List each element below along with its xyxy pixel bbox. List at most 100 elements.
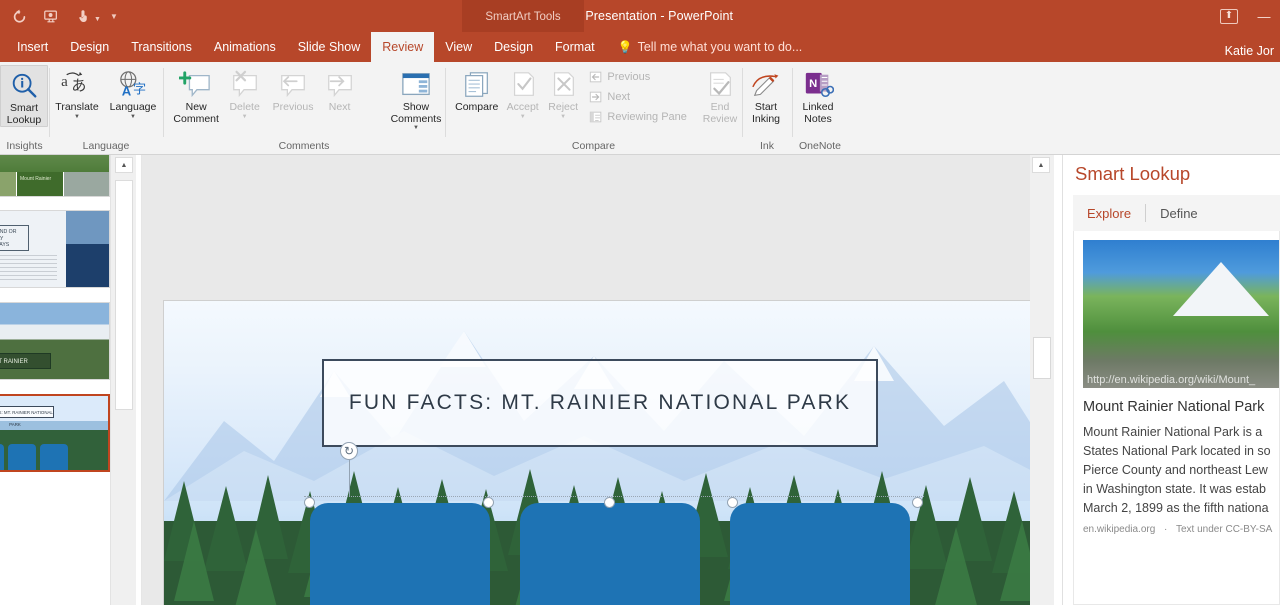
smart-lookup-tabs: Explore Define xyxy=(1073,195,1280,231)
minimize-button[interactable]: — xyxy=(1256,9,1272,24)
ribbon: Smart Lookup Insights aあ Translate ▼ A字 xyxy=(0,62,1280,155)
tab-define[interactable]: Define xyxy=(1146,206,1212,221)
current-slide[interactable]: FUN FACTS: MT. RAINIER NATIONAL PARK ↻ M… xyxy=(163,300,1041,605)
language-chevron-down-icon[interactable]: ▼ xyxy=(130,114,136,121)
new-comment-button[interactable]: New Comment xyxy=(171,65,221,125)
account-user-name[interactable]: Katie Jor xyxy=(1225,44,1274,58)
reject-icon xyxy=(546,68,580,102)
previous-change-button[interactable]: Previous xyxy=(583,67,692,87)
customize-quick-access-toolbar-icon[interactable]: ▼ xyxy=(103,3,125,29)
resize-handle-top-center-1[interactable] xyxy=(483,497,494,508)
slide-thumbnail-4[interactable]: FUN FACTS: MT. RAINIER NATIONAL PARK xyxy=(0,394,110,472)
resize-handle-top-right[interactable] xyxy=(912,497,923,508)
tab-explore[interactable]: Explore xyxy=(1073,206,1145,221)
ribbon-group-ink: Start Inking Ink xyxy=(742,62,792,154)
result-source[interactable]: en.wikipedia.org xyxy=(1083,524,1155,535)
start-presentation-icon[interactable] xyxy=(36,3,66,29)
translate-chevron-down-icon[interactable]: ▼ xyxy=(74,114,80,121)
result-image-url-overlay: http://en.wikipedia.org/wiki/Mount_ xyxy=(1087,374,1256,386)
show-comments-label: Show Comments xyxy=(390,101,442,125)
ribbon-display-options-icon[interactable]: ⬆ xyxy=(1220,8,1238,24)
slide-canvas[interactable]: FUN FACTS: MT. RAINIER NATIONAL PARK ↻ M… xyxy=(142,155,1041,605)
accept-chevron-down-icon[interactable]: ▼ xyxy=(520,114,526,121)
group-label-insights: Insights xyxy=(6,140,43,152)
smartart-box-2[interactable]: It became a National Historic xyxy=(520,503,700,605)
slide-thumbnail-2[interactable]: WEEKEND OR HOLIDAY GETAWAYS xyxy=(0,210,110,288)
show-comments-chevron-down-icon[interactable]: ▼ xyxy=(413,125,419,132)
rotate-handle-icon[interactable]: ↻ xyxy=(340,442,358,460)
thumbnail-3-caption: MOUNT RAINIER xyxy=(0,353,51,369)
ribbon-tabs: Insert Design Transitions Animations Sli… xyxy=(0,32,1280,62)
next-comment-button[interactable]: Next xyxy=(318,65,361,114)
slide-title-placeholder[interactable]: FUN FACTS: MT. RAINIER NATIONAL PARK xyxy=(322,359,878,447)
language-button[interactable]: A字 Language ▼ xyxy=(105,65,161,121)
footer-separator: · xyxy=(1164,524,1168,535)
tab-smartart-format[interactable]: Format xyxy=(544,32,606,62)
tab-smartart-design[interactable]: Design xyxy=(483,32,544,62)
result-body: Mount Rainier National Park is a States … xyxy=(1083,425,1271,515)
result-heading[interactable]: Mount Rainier National Park xyxy=(1083,399,1275,415)
previous-comment-label: Previous xyxy=(272,101,314,113)
slide-scroll-up-icon[interactable]: ▲ xyxy=(1032,157,1050,173)
previous-change-label: Previous xyxy=(607,71,651,83)
delete-comment-label: Delete xyxy=(229,101,260,113)
tab-animations[interactable]: Animations xyxy=(203,32,287,62)
svg-text:a: a xyxy=(61,74,68,90)
slide-thumbnail-3[interactable]: MOUNT RAINIER xyxy=(0,302,110,380)
reject-button[interactable]: Reject ▼ xyxy=(543,65,583,121)
resize-handle-top-inner[interactable] xyxy=(604,497,615,508)
smart-lookup-pane: Smart Lookup Explore Define http://en.wi… xyxy=(1062,155,1280,605)
smartart-box-1[interactable]: Mount Rainier National Park xyxy=(310,503,490,605)
slide-thumbnail-pane[interactable]: Mount Rainier WEEKEND OR HOLIDAY GETAWAY… xyxy=(0,155,110,605)
accept-button[interactable]: Accept ▼ xyxy=(502,65,542,121)
previous-comment-button[interactable]: Previous xyxy=(268,65,318,114)
reviewing-pane-button[interactable]: Reviewing Pane xyxy=(583,107,692,127)
result-license: Text under CC-BY-SA xyxy=(1176,524,1273,535)
smart-lookup-pane-title: Smart Lookup xyxy=(1075,163,1191,184)
svg-text:A: A xyxy=(122,83,132,98)
show-comments-button[interactable]: Show Comments ▼ xyxy=(387,65,445,132)
delete-chevron-down-icon[interactable]: ▼ xyxy=(242,114,248,121)
reject-chevron-down-icon[interactable]: ▼ xyxy=(560,114,566,121)
tell-me-search[interactable]: 💡 Tell me what you want to do... xyxy=(606,32,803,62)
start-inking-button[interactable]: Start Inking xyxy=(742,65,790,125)
tab-slide-show[interactable]: Slide Show xyxy=(287,32,372,62)
smart-lookup-button[interactable]: Smart Lookup xyxy=(0,65,48,127)
undo-icon[interactable] xyxy=(4,3,34,29)
slide-thumbnail-1[interactable]: Mount Rainier xyxy=(0,155,110,197)
smartart-graphic[interactable]: ↻ Mount Rainier National Park It became … xyxy=(304,442,924,605)
end-review-label: End Review xyxy=(702,101,738,125)
slide-vertical-scrollbar[interactable]: ▲ xyxy=(1030,155,1054,605)
accept-icon xyxy=(506,68,540,102)
tab-insert[interactable]: Insert xyxy=(6,32,59,62)
tab-design[interactable]: Design xyxy=(59,32,120,62)
compare-button[interactable]: Compare xyxy=(451,65,502,114)
smart-lookup-result-card[interactable]: http://en.wikipedia.org/wiki/Mount_ Moun… xyxy=(1073,231,1280,605)
accept-label: Accept xyxy=(506,101,539,113)
lightbulb-icon: 💡 xyxy=(617,40,633,54)
smartart-box-3[interactable]: Mt. Rainer is the highest point in xyxy=(730,503,910,605)
next-change-icon xyxy=(588,90,603,105)
next-change-button[interactable]: Next xyxy=(583,87,692,107)
thumbnail-scroll-up-icon[interactable]: ▲ xyxy=(115,157,133,173)
resize-handle-top-left[interactable] xyxy=(304,497,315,508)
resize-handle-top-center-2[interactable] xyxy=(727,497,738,508)
linked-notes-button[interactable]: N Linked Notes xyxy=(792,65,844,125)
result-image[interactable]: http://en.wikipedia.org/wiki/Mount_ xyxy=(1083,240,1279,388)
new-comment-icon xyxy=(179,68,213,102)
thumbnail-pane-scrollbar[interactable]: ▲ xyxy=(110,155,136,605)
tab-view[interactable]: View xyxy=(434,32,483,62)
reject-label: Reject xyxy=(548,101,579,113)
group-label-onenote: OneNote xyxy=(798,140,842,152)
end-review-button[interactable]: End Review xyxy=(698,65,742,125)
translate-label: Translate xyxy=(55,101,99,113)
touch-mode-chevron-down-icon[interactable]: ▼ xyxy=(94,10,101,23)
tab-review[interactable]: Review xyxy=(371,32,435,62)
thumbnail-scrollbar-thumb[interactable] xyxy=(115,180,133,410)
tab-transitions[interactable]: Transitions xyxy=(120,32,203,62)
delete-comment-button[interactable]: Delete ▼ xyxy=(221,65,268,121)
translate-button[interactable]: aあ Translate ▼ xyxy=(49,65,105,121)
thumbnail-4-caption: FUN FACTS: MT. RAINIER NATIONAL PARK xyxy=(0,406,54,427)
group-label-language: Language xyxy=(82,140,130,152)
slide-scrollbar-thumb[interactable] xyxy=(1033,337,1051,379)
